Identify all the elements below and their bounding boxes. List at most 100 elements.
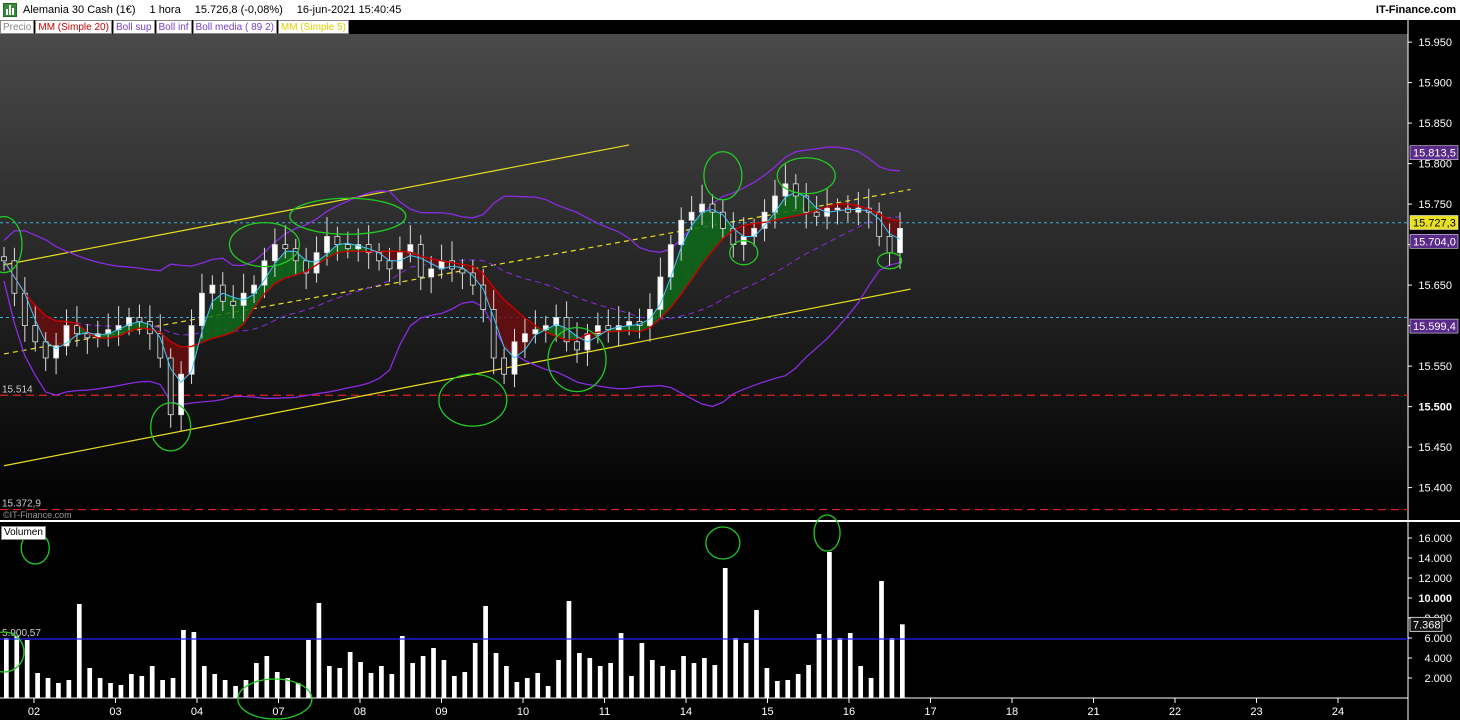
volume-bar xyxy=(597,666,603,698)
volume-bar xyxy=(368,673,374,698)
volume-bar xyxy=(170,678,176,698)
volume-bar xyxy=(452,676,457,698)
volume-bar xyxy=(420,656,426,698)
volume-bar xyxy=(504,666,509,698)
candle-body xyxy=(199,292,205,327)
candle-body xyxy=(313,252,320,274)
price-tag-label: 15.727,3 xyxy=(1413,217,1456,229)
x-tick-label: 08 xyxy=(354,706,366,718)
volume-bar xyxy=(900,624,905,698)
volume-bar xyxy=(139,676,145,698)
candle-body xyxy=(876,211,883,237)
candle-body xyxy=(188,325,195,375)
volume-bar xyxy=(587,658,593,698)
volume-bar xyxy=(639,643,645,698)
volume-bar xyxy=(889,638,895,698)
candle-body xyxy=(678,219,685,246)
x-tick-label: 10 xyxy=(517,706,529,718)
candle-body xyxy=(574,341,580,351)
volume-bar xyxy=(274,672,280,698)
volume-bar xyxy=(66,680,72,698)
x-tick-label: 16 xyxy=(843,706,855,718)
volume-bar xyxy=(691,663,697,698)
candle-body xyxy=(897,227,903,254)
volume-bar xyxy=(379,666,384,698)
candle-body xyxy=(792,183,799,197)
candle-body xyxy=(688,211,695,221)
candle-body xyxy=(209,284,216,294)
volume-bar xyxy=(108,683,113,698)
candle-body xyxy=(417,244,424,278)
y-tick-label: 15.450 xyxy=(1418,442,1452,454)
price-panel-bg xyxy=(0,34,1408,520)
y-tick-label: 15.400 xyxy=(1418,483,1452,495)
price-chart[interactable]: 15.95015.90015.85015.80015.75015.70015.6… xyxy=(0,0,1460,720)
x-tick-label: 23 xyxy=(1250,706,1262,718)
candle-body xyxy=(167,357,174,416)
volume-bar xyxy=(660,666,666,698)
y-tick-label: 15.550 xyxy=(1418,361,1452,373)
candle-body xyxy=(1,256,7,262)
volume-bar xyxy=(24,640,30,698)
volume-bar xyxy=(264,656,270,698)
candle-body xyxy=(230,300,237,306)
volume-bar xyxy=(441,660,447,698)
volume-bar xyxy=(806,665,811,698)
candle-body xyxy=(886,236,893,254)
volume-bar xyxy=(389,674,395,698)
volume-bar xyxy=(774,681,780,698)
volume-tick-label: 16.000 xyxy=(1418,533,1452,545)
volume-bar xyxy=(785,680,791,698)
volume-bar xyxy=(702,658,707,698)
volume-bar xyxy=(743,643,749,698)
y-tick-label: 15.500 xyxy=(1418,402,1452,414)
volume-bar xyxy=(462,672,468,698)
volume-bar xyxy=(577,653,582,698)
volume-bar xyxy=(399,636,405,698)
y-tick-label: 15.650 xyxy=(1418,280,1452,292)
volume-bar xyxy=(629,676,634,698)
volume-tick-label: 2.000 xyxy=(1424,673,1452,685)
candle-body xyxy=(647,308,653,326)
volume-bar xyxy=(618,633,624,698)
candle-body xyxy=(428,268,435,278)
volume-bar xyxy=(56,683,61,698)
candle-body xyxy=(386,260,393,270)
x-tick-label: 02 xyxy=(28,706,40,718)
volume-bar xyxy=(827,552,832,698)
volume-bar xyxy=(868,678,874,698)
volume-bar xyxy=(431,648,436,698)
candle-body xyxy=(42,341,49,359)
volume-bar xyxy=(535,673,541,698)
volume-bar xyxy=(201,666,207,698)
volume-bar xyxy=(472,643,478,698)
volume-panel-label: Volumen xyxy=(1,526,46,540)
volume-bar xyxy=(847,633,853,698)
y-tick-label: 15.950 xyxy=(1418,37,1452,49)
x-tick-label: 04 xyxy=(191,706,203,718)
x-tick-label: 03 xyxy=(109,706,121,718)
volume-bar xyxy=(181,630,186,698)
volume-bar xyxy=(212,674,218,698)
price-tag-label: 15.704,0 xyxy=(1413,236,1456,248)
volume-last-label: 7.368 xyxy=(1413,619,1441,631)
y-tick-label: 15.900 xyxy=(1418,78,1452,90)
y-tick-label: 15.850 xyxy=(1418,118,1452,130)
volume-bar xyxy=(649,660,655,698)
volume-bar xyxy=(816,634,822,698)
volume-bar xyxy=(556,660,561,698)
x-tick-label: 18 xyxy=(1006,706,1018,718)
volume-tick-label: 14.000 xyxy=(1418,553,1452,565)
volume-tick-label: 4.000 xyxy=(1424,653,1452,665)
volume-bar xyxy=(608,663,613,698)
x-tick-label: 14 xyxy=(680,706,692,718)
volume-bar xyxy=(222,680,228,698)
volume-bar xyxy=(191,632,197,698)
candle-body xyxy=(271,244,278,262)
volume-bar xyxy=(118,685,124,698)
level-label: 15.514 xyxy=(2,384,33,395)
x-tick-label: 09 xyxy=(435,706,447,718)
price-tag-label: 15.599,4 xyxy=(1413,321,1456,333)
volume-bar xyxy=(754,610,759,698)
volume-bar xyxy=(243,680,249,698)
